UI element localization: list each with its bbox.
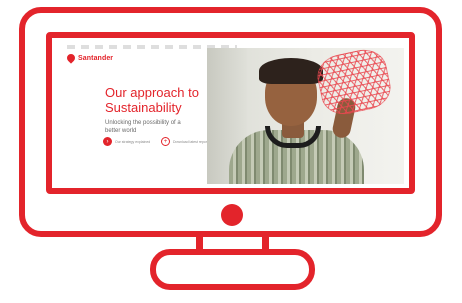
website-screen: Santander Our approach to Sustainability…	[57, 42, 404, 184]
plus-icon: +	[161, 137, 170, 146]
flame-icon	[65, 52, 77, 64]
monitor-stand-base	[150, 249, 315, 290]
power-button-icon	[221, 204, 243, 226]
download-report-label: Download latest report	[173, 139, 209, 144]
hero-subtitle: Unlocking the possibility of a better wo…	[105, 120, 181, 134]
download-report-button[interactable]: + Download latest report	[161, 137, 208, 146]
strategy-button[interactable]: › Our strategy explained	[103, 137, 150, 146]
arrow-right-icon: ›	[103, 137, 112, 146]
santander-logo[interactable]: Santander	[65, 52, 114, 64]
lattice-sculpture	[313, 48, 395, 119]
hero-photo	[207, 48, 404, 184]
hero-headline: Our approach to Sustainability	[105, 85, 199, 115]
strategy-button-label: Our strategy explained	[115, 139, 151, 144]
logo-text: Santander	[78, 54, 114, 62]
photo-hair	[259, 58, 323, 84]
